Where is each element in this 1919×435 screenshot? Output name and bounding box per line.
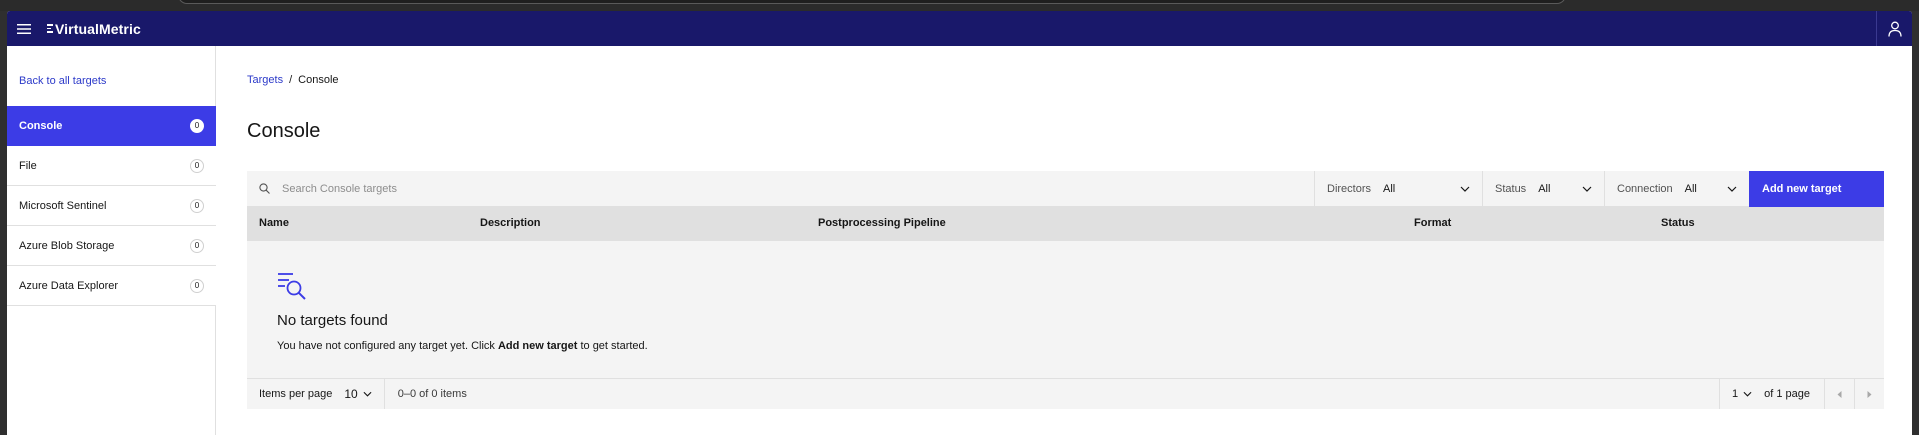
chevron-down-icon <box>363 391 372 397</box>
column-header-format[interactable]: Format <box>1414 217 1451 229</box>
total-pages-text: of 1 page <box>1764 388 1810 400</box>
caret-right-icon <box>1867 390 1872 398</box>
status-filter-dropdown[interactable]: Status All <box>1482 171 1604 207</box>
filter-value: All <box>1538 182 1551 195</box>
items-per-page-select[interactable]: 10 <box>344 379 385 409</box>
column-header-postprocessing-pipeline[interactable]: Postprocessing Pipeline <box>818 217 946 229</box>
filter-label: Status <box>1495 182 1527 195</box>
empty-state-description: You have not configured any target yet. … <box>277 340 648 352</box>
browser-address-bar[interactable] <box>178 0 1566 4</box>
sidebar-item-azure-data-explorer[interactable]: Azure Data Explorer 0 <box>7 266 216 306</box>
browser-chrome <box>0 0 1919 11</box>
count-badge: 0 <box>190 238 204 253</box>
items-per-page-value: 10 <box>344 387 358 401</box>
connection-filter-dropdown[interactable]: Connection All <box>1604 171 1749 207</box>
sidebar-item-label: Console <box>19 119 63 132</box>
previous-page-button[interactable] <box>1824 379 1854 409</box>
sidebar-item-label: File <box>19 159 37 172</box>
breadcrumb-current: Console <box>298 74 339 86</box>
empty-desc-bold: Add new target <box>497 340 578 352</box>
back-to-all-targets-link[interactable]: Back to all targets <box>19 75 106 87</box>
items-range-text: 0–0 of 0 items <box>397 388 467 400</box>
filter-value: All <box>1684 182 1697 195</box>
items-per-page-label: Items per page <box>259 388 333 400</box>
table-toolbar: Directors All Status All Connection All <box>247 171 1884 207</box>
breadcrumb: Targets / Console <box>247 74 339 86</box>
sidebar-item-microsoft-sentinel[interactable]: Microsoft Sentinel 0 <box>7 186 216 226</box>
page-number-value: 1 <box>1732 388 1739 400</box>
user-profile-button[interactable] <box>1876 11 1912 46</box>
chevron-down-icon <box>1743 391 1752 397</box>
sidebar-item-azure-blob-storage[interactable]: Azure Blob Storage 0 <box>7 226 216 266</box>
menu-button[interactable] <box>7 11 41 46</box>
table-header: Name Description Postprocessing Pipeline… <box>247 207 1884 241</box>
empty-desc-suffix: to get started. <box>577 340 648 352</box>
search-list-icon <box>278 273 306 300</box>
chevron-down-icon <box>1727 186 1737 192</box>
top-header: VirtualMetric <box>7 11 1912 46</box>
pagination-controls: 1 of 1 page <box>1719 379 1884 409</box>
sidebar-item-label: Microsoft Sentinel <box>19 199 107 212</box>
count-badge: 0 <box>190 278 204 293</box>
caret-left-icon <box>1837 390 1842 398</box>
brand-name: VirtualMetric <box>55 20 141 37</box>
sidebar-item-label: Azure Data Explorer <box>19 279 119 292</box>
empty-desc-prefix: You have not configured any target yet. … <box>277 340 498 352</box>
user-icon <box>1887 21 1902 37</box>
filter-label: Directors <box>1327 182 1372 195</box>
next-page-button[interactable] <box>1854 379 1884 409</box>
count-badge: 0 <box>190 198 204 213</box>
chevron-down-icon <box>1460 186 1470 192</box>
brand-logo[interactable]: VirtualMetric <box>47 21 141 37</box>
search-box <box>247 171 1314 207</box>
sidebar: Back to all targets Console 0 File 0 Mic… <box>7 46 216 435</box>
breadcrumb-separator: / <box>289 74 293 86</box>
sidebar-item-file[interactable]: File 0 <box>7 146 216 186</box>
search-icon <box>259 183 270 194</box>
column-header-name[interactable]: Name <box>259 217 289 229</box>
directors-filter-dropdown[interactable]: Directors All <box>1314 171 1482 207</box>
count-badge: 0 <box>190 158 204 173</box>
sidebar-item-label: Azure Blob Storage <box>19 239 115 252</box>
sidebar-item-console[interactable]: Console 0 <box>7 106 216 146</box>
empty-state: No targets found You have not configured… <box>247 241 1884 379</box>
column-header-status[interactable]: Status <box>1661 217 1695 229</box>
empty-state-title: No targets found <box>277 312 388 329</box>
page-title: Console <box>247 120 321 142</box>
pagination-bar: Items per page 10 0–0 of 0 items 1 of 1 … <box>247 379 1884 409</box>
filter-label: Connection <box>1617 182 1673 195</box>
filter-value: All <box>1383 182 1396 195</box>
page-number-select[interactable]: 1 <box>1719 379 1760 409</box>
app-window: VirtualMetric Back to all targets Consol… <box>7 11 1912 435</box>
menu-icon <box>17 23 31 34</box>
chevron-down-icon <box>1582 186 1592 192</box>
logo-mark-icon <box>47 23 53 35</box>
search-input[interactable] <box>282 182 882 195</box>
breadcrumb-targets-link[interactable]: Targets <box>247 74 283 86</box>
count-badge: 0 <box>190 118 204 133</box>
target-type-list: Console 0 File 0 Microsoft Sentinel 0 Az… <box>7 106 216 306</box>
add-new-target-button[interactable]: Add new target <box>1749 171 1884 207</box>
column-header-description[interactable]: Description <box>480 217 541 229</box>
